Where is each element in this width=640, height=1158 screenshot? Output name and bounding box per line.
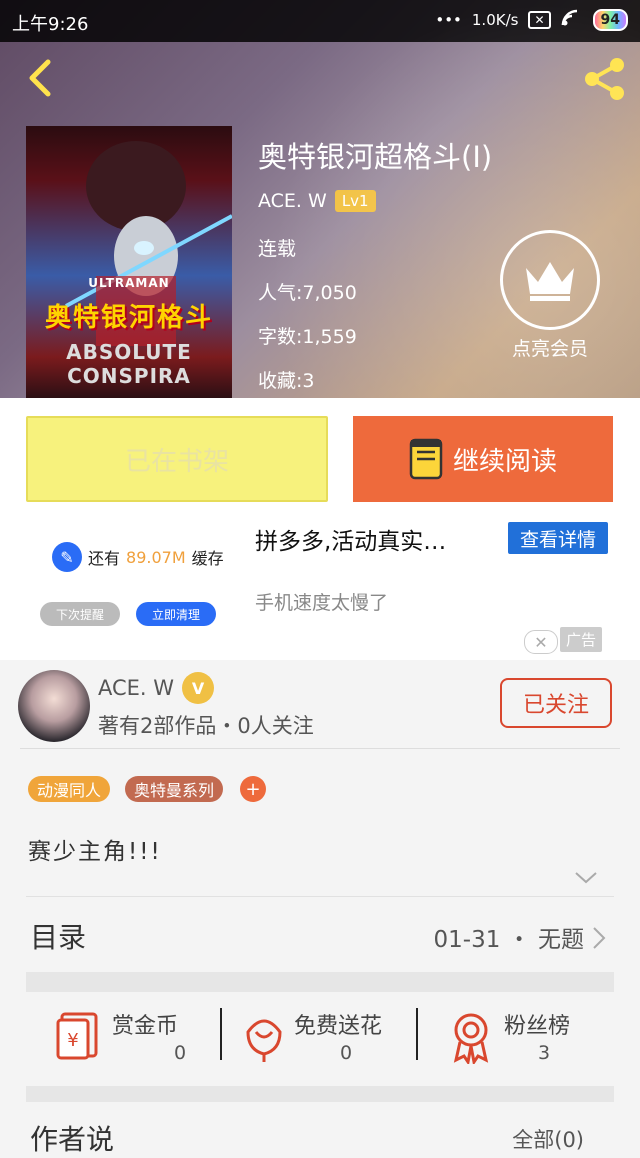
status-bar: 上午9:26 ••• 1.0K/s ✕ 94 bbox=[0, 0, 640, 42]
book-icon bbox=[409, 438, 443, 480]
following-button[interactable]: 已关注 bbox=[500, 678, 612, 728]
ad-clean-now-button[interactable]: 立即清理 bbox=[136, 602, 216, 626]
author-section: ACE. W V 著有2部作品・0人关注 已关注 动漫同人 奥特曼系列 + 赛少… bbox=[0, 660, 640, 900]
book-header: 上午9:26 ••• 1.0K/s ✕ 94 ULTRAMAN 奥特银河格斗 A… bbox=[0, 0, 640, 398]
divider bbox=[220, 1008, 222, 1060]
level-badge: Lv1 bbox=[334, 190, 376, 212]
author-card-name-row: ACE. W V bbox=[98, 672, 215, 704]
author-name: ACE. W bbox=[258, 190, 327, 212]
network-speed: 1.0K/s bbox=[471, 11, 519, 29]
sim-icon: ✕ bbox=[528, 11, 551, 29]
ad-close-button[interactable]: ✕ bbox=[524, 630, 558, 654]
section-gap bbox=[26, 1086, 614, 1102]
wifi-icon bbox=[561, 9, 583, 31]
continue-reading-label: 继续阅读 bbox=[452, 446, 557, 477]
ad-title[interactable]: 拼多多,活动真实… bbox=[255, 522, 446, 556]
close-icon: ✕ bbox=[534, 632, 548, 652]
author-stats: 著有2部作品・0人关注 bbox=[98, 714, 314, 738]
catalog-label: 目录 bbox=[30, 921, 87, 954]
signal-dots-icon: ••• bbox=[435, 11, 462, 29]
share-button[interactable] bbox=[582, 56, 628, 102]
continue-reading-button[interactable]: 继续阅读 bbox=[353, 416, 613, 502]
back-button[interactable] bbox=[20, 58, 60, 98]
chevron-right-icon bbox=[592, 926, 606, 954]
tag-anime[interactable]: 动漫同人 bbox=[28, 776, 111, 802]
battery-icon: 94 bbox=[592, 9, 628, 31]
serial-status: 连载 bbox=[258, 238, 297, 260]
ad-cache-prefix: 还有 bbox=[88, 549, 121, 568]
expand-button[interactable] bbox=[574, 870, 598, 889]
vip-label: 点亮会员 bbox=[511, 338, 588, 360]
divider bbox=[416, 1008, 418, 1060]
ad-remind-later-button[interactable]: 下次提醒 bbox=[40, 602, 120, 626]
ad-cache-info: ✎ 还有 89.07M 缓存 bbox=[52, 542, 224, 572]
favorites-count: 收藏:3 bbox=[258, 370, 315, 392]
ad-description: 手机速度太慢了 bbox=[255, 592, 389, 614]
reward-coins-label: 赏金币 bbox=[112, 1014, 179, 1039]
ad-banner[interactable]: ✎ 还有 89.07M 缓存 下次提醒 立即清理 拼多多,活动真实… 查看详情 手机… bbox=[0, 520, 640, 660]
add-tag-button[interactable]: + bbox=[240, 776, 266, 802]
rewards-row: ¥ 赏金币 0 免费送花 0 粉丝榜 3 bbox=[26, 992, 614, 1086]
cover-title: 奥特银河格斗 bbox=[44, 303, 213, 333]
chevron-down-icon bbox=[575, 872, 597, 884]
reward-fans-label: 粉丝榜 bbox=[504, 1014, 571, 1039]
ad-cache-suffix: 缓存 bbox=[191, 549, 224, 568]
reward-coins-value: 0 bbox=[174, 1042, 187, 1064]
book-title: 奥特银河超格斗(I) bbox=[258, 140, 493, 174]
catalog-row[interactable]: 目录 01-31 ・ 无题 bbox=[0, 900, 640, 972]
reward-coins[interactable]: ¥ 赏金币 0 bbox=[56, 1000, 226, 1080]
book-cover[interactable]: ULTRAMAN 奥特银河格斗 ABSOLUTE CONSPIRA bbox=[26, 126, 232, 398]
book-intro: 赛少主角!!! bbox=[28, 839, 162, 865]
ad-details-button[interactable]: 查看详情 bbox=[508, 522, 608, 554]
red-envelope-icon: ¥ bbox=[56, 1012, 98, 1060]
ad-tag: 广告 bbox=[560, 627, 603, 652]
action-row: 已在书架 继续阅读 bbox=[0, 398, 640, 520]
author-says-label: 作者说 bbox=[30, 1123, 115, 1156]
crown-icon bbox=[500, 230, 600, 330]
word-count: 字数:1,559 bbox=[258, 326, 357, 348]
author-card-name[interactable]: ACE. W bbox=[98, 676, 174, 700]
share-icon bbox=[585, 58, 624, 100]
broom-icon: ✎ bbox=[52, 542, 82, 572]
reward-flowers[interactable]: 免费送花 0 bbox=[244, 1000, 414, 1080]
status-time: 上午9:26 bbox=[12, 14, 89, 35]
svg-text:¥: ¥ bbox=[67, 1030, 78, 1051]
chevron-left-icon bbox=[29, 59, 51, 97]
book-author: ACE. W Lv1 bbox=[258, 190, 376, 212]
avatar[interactable] bbox=[18, 670, 90, 742]
catalog-latest: 01-31 ・ 无题 bbox=[433, 927, 584, 953]
medal-icon bbox=[453, 1013, 489, 1064]
cover-subtitle: ABSOLUTE CONSPIRA bbox=[66, 340, 192, 388]
reward-fans-ranking[interactable]: 粉丝榜 3 bbox=[450, 1000, 610, 1080]
cover-art-image bbox=[65, 141, 232, 346]
tag-ultraman[interactable]: 奥特曼系列 bbox=[125, 776, 224, 802]
cover-brand: ULTRAMAN bbox=[88, 276, 170, 290]
ad-cache-amount: 89.07M bbox=[126, 547, 186, 567]
status-icons: ••• 1.0K/s ✕ 94 bbox=[435, 9, 628, 31]
divider bbox=[26, 896, 614, 897]
section-gap bbox=[26, 972, 614, 992]
flower-icon bbox=[246, 1019, 282, 1062]
verified-badge-icon: V bbox=[182, 672, 215, 704]
vip-button[interactable]: 点亮会员 bbox=[500, 230, 600, 361]
divider bbox=[20, 748, 620, 749]
reward-fans-value: 3 bbox=[538, 1042, 551, 1064]
reward-flowers-label: 免费送花 bbox=[294, 1014, 383, 1039]
in-shelf-button[interactable]: 已在书架 bbox=[26, 416, 328, 502]
popularity: 人气:7,050 bbox=[258, 282, 357, 304]
author-says-all-link[interactable]: 全部(0) bbox=[512, 1124, 584, 1154]
reward-flowers-value: 0 bbox=[340, 1042, 353, 1064]
